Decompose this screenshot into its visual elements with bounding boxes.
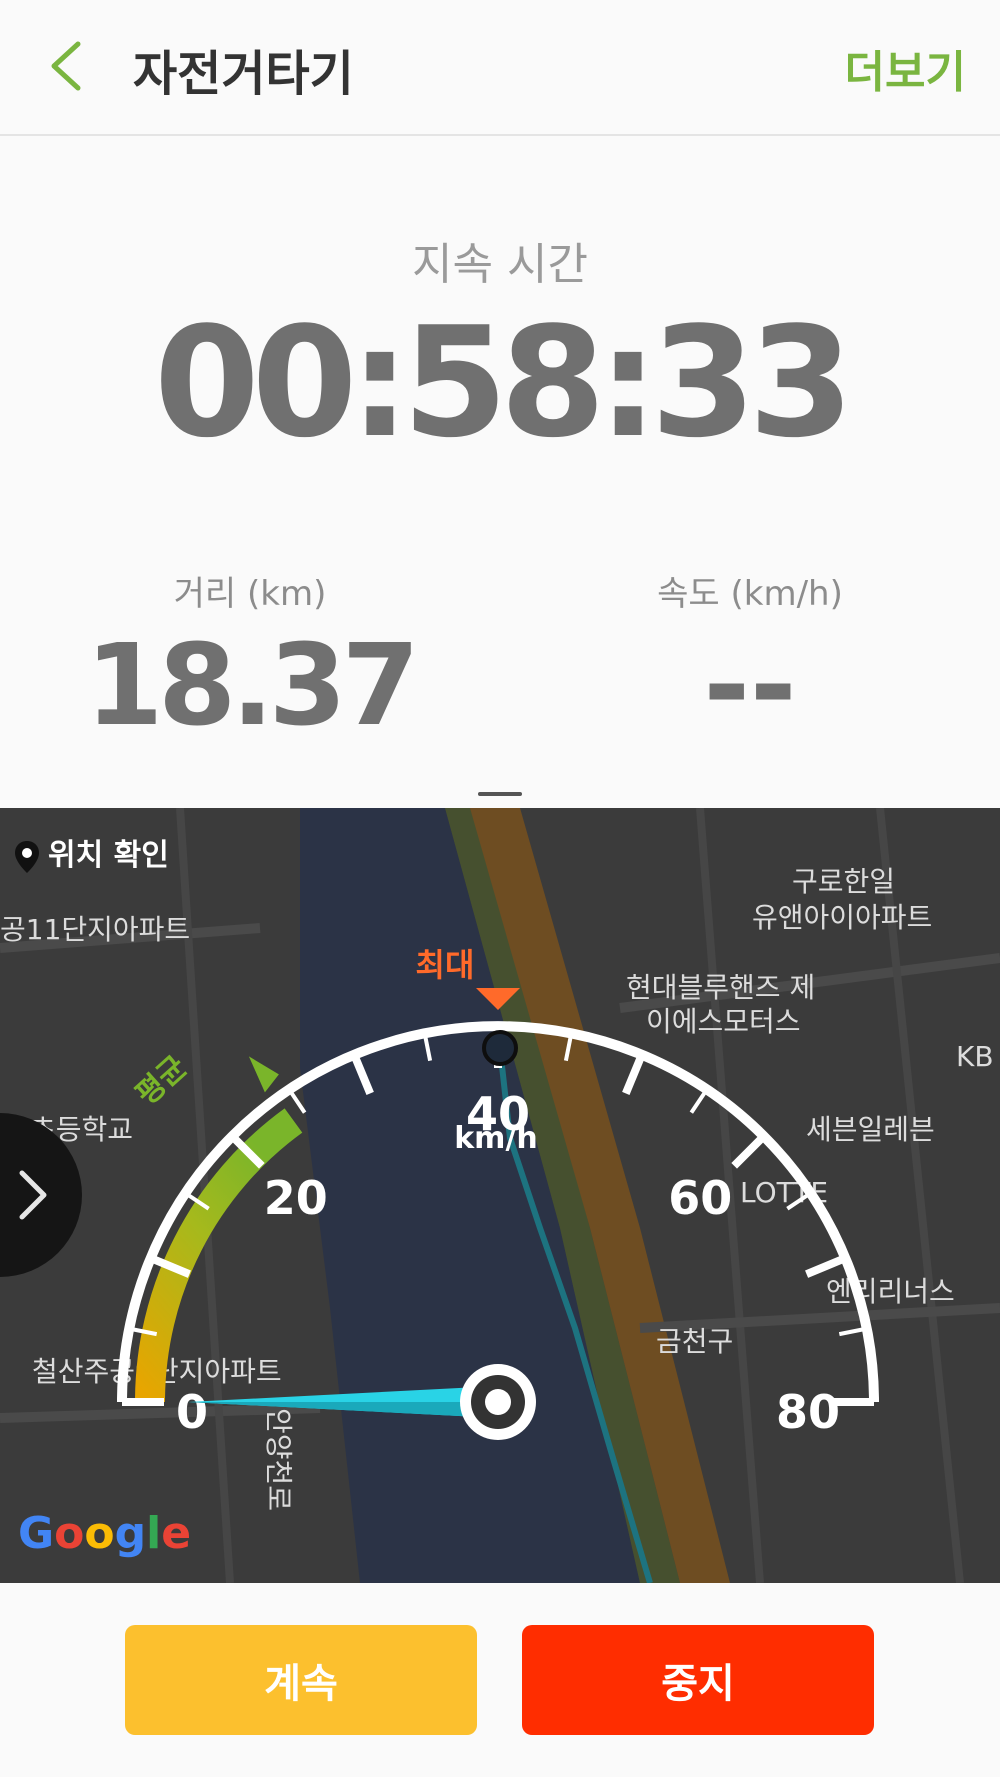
distance-value: 18.37 [85, 621, 419, 751]
route-start-dot [482, 1030, 518, 1066]
average-speed-marker [248, 1056, 279, 1093]
action-bar: 계속 중지 [0, 1583, 1000, 1777]
app-header: 자전거타기 더보기 [0, 0, 1000, 136]
workout-stats: 지속 시간 00:58:33 거리 (km) 18.37 속도 (km/h) -… [0, 136, 1000, 778]
page-title: 자전거타기 [133, 46, 354, 102]
distance-label: 거리 (km) [173, 574, 327, 614]
stop-button[interactable]: 중지 [522, 1625, 874, 1735]
speed-label: 속도 (km/h) [657, 574, 843, 614]
gauge-arc [117, 1021, 879, 1403]
panel-drag-handle[interactable] [478, 792, 522, 796]
duration-label: 지속 시간 [412, 239, 588, 290]
gauge-hub-center [485, 1389, 511, 1415]
gauge-tick-label: 0 [176, 1385, 208, 1439]
speedometer-gauge: 020406080 km/h 최대 평균 [117, 946, 879, 1440]
gauge-tick [622, 1053, 646, 1095]
gauge-tick-label: 20 [264, 1171, 328, 1225]
more-button[interactable]: 더보기 [845, 36, 966, 100]
max-speed-marker [476, 988, 520, 1010]
gauge-tick [689, 1088, 709, 1114]
gauge-tick [350, 1053, 374, 1095]
gauge-average-band [135, 1108, 303, 1403]
gauge-tick [287, 1088, 307, 1114]
chevron-left-icon [51, 41, 81, 91]
duration-value: 00:58:33 [153, 294, 854, 471]
gauge-tick-label: 60 [668, 1171, 732, 1225]
gauge-avg-label: 평균 [129, 1049, 193, 1112]
gauge-tick [786, 1191, 812, 1211]
back-button[interactable] [40, 36, 100, 96]
gauge-tick [805, 1254, 847, 1278]
speed-value: -- [703, 621, 797, 751]
route-map[interactable]: 구로한일 유앤아이아파트 공11단지아파트 현대블루핸즈 제 이에스모터스 세븐… [0, 808, 1000, 1583]
gauge-tick-label: 80 [776, 1385, 840, 1439]
gauge-needle-shade [188, 1402, 498, 1418]
continue-button[interactable]: 계속 [125, 1625, 477, 1735]
gauge-max-label: 최대 [416, 946, 475, 984]
gauge-unit-label: km/h [454, 1121, 538, 1156]
gauge-tick [731, 1133, 767, 1169]
